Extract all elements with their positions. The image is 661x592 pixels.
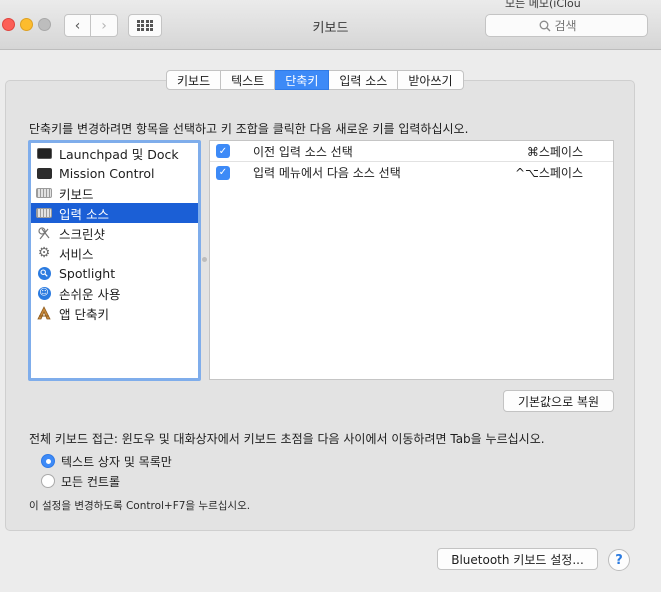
title-bar: 모든 메모(iClou ‹ › 키보드 [0, 0, 661, 50]
category-item-input-sources[interactable]: 입력 소스 [31, 203, 198, 223]
category-label: 스크린샷 [59, 226, 106, 242]
search-icon [539, 20, 550, 31]
shortcut-keys[interactable]: ⌘스페이스 [527, 143, 583, 160]
tab-bar: 키보드 텍스트 단축키 입력 소스 받아쓰기 [166, 70, 464, 90]
bluetooth-keyboard-setup-button[interactable]: Bluetooth 키보드 설정... [437, 548, 598, 570]
split-view-handle[interactable] [202, 257, 207, 262]
category-item-accessibility[interactable]: ☺ 손쉬운 사용 [31, 283, 198, 303]
restore-defaults-button[interactable]: 기본값으로 복원 [503, 390, 614, 412]
category-item-services[interactable]: ⚙ 서비스 [31, 243, 198, 263]
radio-button-selected[interactable] [41, 454, 55, 468]
category-label: 앱 단축키 [59, 306, 109, 322]
category-item-launchpad[interactable]: Launchpad 및 Dock [31, 143, 198, 163]
radio-all-controls[interactable]: 모든 컨트롤 [41, 473, 120, 489]
spotlight-icon [36, 266, 52, 280]
category-label: 키보드 [59, 186, 94, 202]
tab-shortcuts[interactable]: 단축키 [275, 70, 330, 90]
accessibility-icon: ☺ [37, 286, 51, 300]
radio-label: 모든 컨트롤 [61, 474, 121, 489]
category-label: 서비스 [59, 246, 94, 262]
tab-keyboard[interactable]: 키보드 [166, 70, 222, 90]
radio-button[interactable] [41, 474, 55, 488]
instruction-text: 단축키를 변경하려면 항목을 선택하고 키 조합을 클릭한 다음 새로운 키를 … [29, 122, 469, 136]
screenshot-icon [36, 226, 52, 240]
background-window-peek: 모든 메모(iClou [505, 0, 661, 10]
checkmark-icon: ✓ [218, 167, 228, 178]
mission-control-icon [36, 166, 52, 180]
category-item-app-shortcuts[interactable]: 앱 단축키 [31, 303, 198, 323]
shortcut-label: 입력 메뉴에서 다음 소스 선택 [253, 166, 401, 180]
shortcut-label: 이전 입력 소스 선택 [253, 144, 353, 159]
category-label: Mission Control [59, 165, 155, 181]
keyboard-icon [36, 186, 52, 200]
category-label: 손쉬운 사용 [59, 286, 121, 302]
shortcut-table: ✓ 이전 입력 소스 선택 ⌘스페이스 ✓ 입력 메뉴에서 다음 소스 선택 ^… [209, 140, 614, 380]
background-window-text: 모든 메모(iClou [505, 0, 581, 10]
category-label: Spotlight [59, 265, 116, 281]
radio-label: 텍스트 상자 및 목록만 [61, 454, 172, 469]
table-row[interactable]: ✓ 입력 메뉴에서 다음 소스 선택 ^⌥스페이스 [210, 162, 613, 183]
keyboard-icon [36, 206, 52, 220]
table-row[interactable]: ✓ 이전 입력 소스 선택 ⌘스페이스 [210, 141, 613, 162]
category-item-spotlight[interactable]: Spotlight [31, 263, 198, 283]
tab-input-sources[interactable]: 입력 소스 [329, 70, 399, 90]
category-label: 입력 소스 [59, 206, 109, 222]
category-item-mission-control[interactable]: Mission Control [31, 163, 198, 183]
shortcut-keys[interactable]: ^⌥스페이스 [515, 164, 583, 181]
shortcut-checkbox[interactable]: ✓ [216, 144, 230, 158]
app-shortcuts-icon [36, 306, 52, 320]
launchpad-icon [36, 146, 52, 160]
category-item-screenshots[interactable]: 스크린샷 [31, 223, 198, 243]
shortcut-checkbox[interactable]: ✓ [216, 165, 230, 180]
search-field[interactable] [485, 14, 648, 37]
tab-text[interactable]: 텍스트 [221, 70, 276, 90]
search-input[interactable] [554, 18, 595, 33]
full-keyboard-access-label: 전체 키보드 접근: 윈도우 및 대화상자에서 키보드 초점을 다음 사이에서 … [29, 432, 545, 446]
radio-text-boxes-lists[interactable]: 텍스트 상자 및 목록만 [41, 453, 172, 469]
category-list[interactable]: Launchpad 및 Dock Mission Control 키보드 입력 … [28, 140, 201, 381]
help-button[interactable]: ? [608, 549, 630, 571]
tab-dictation[interactable]: 받아쓰기 [398, 70, 464, 90]
control-f7-hint: 이 설정을 변경하도록 Control+F7을 누르십시오. [29, 500, 251, 512]
category-item-keyboard[interactable]: 키보드 [31, 183, 198, 203]
gear-icon: ⚙ [37, 245, 51, 261]
category-label: Launchpad 및 Dock [59, 146, 179, 162]
checkmark-icon: ✓ [218, 145, 228, 157]
